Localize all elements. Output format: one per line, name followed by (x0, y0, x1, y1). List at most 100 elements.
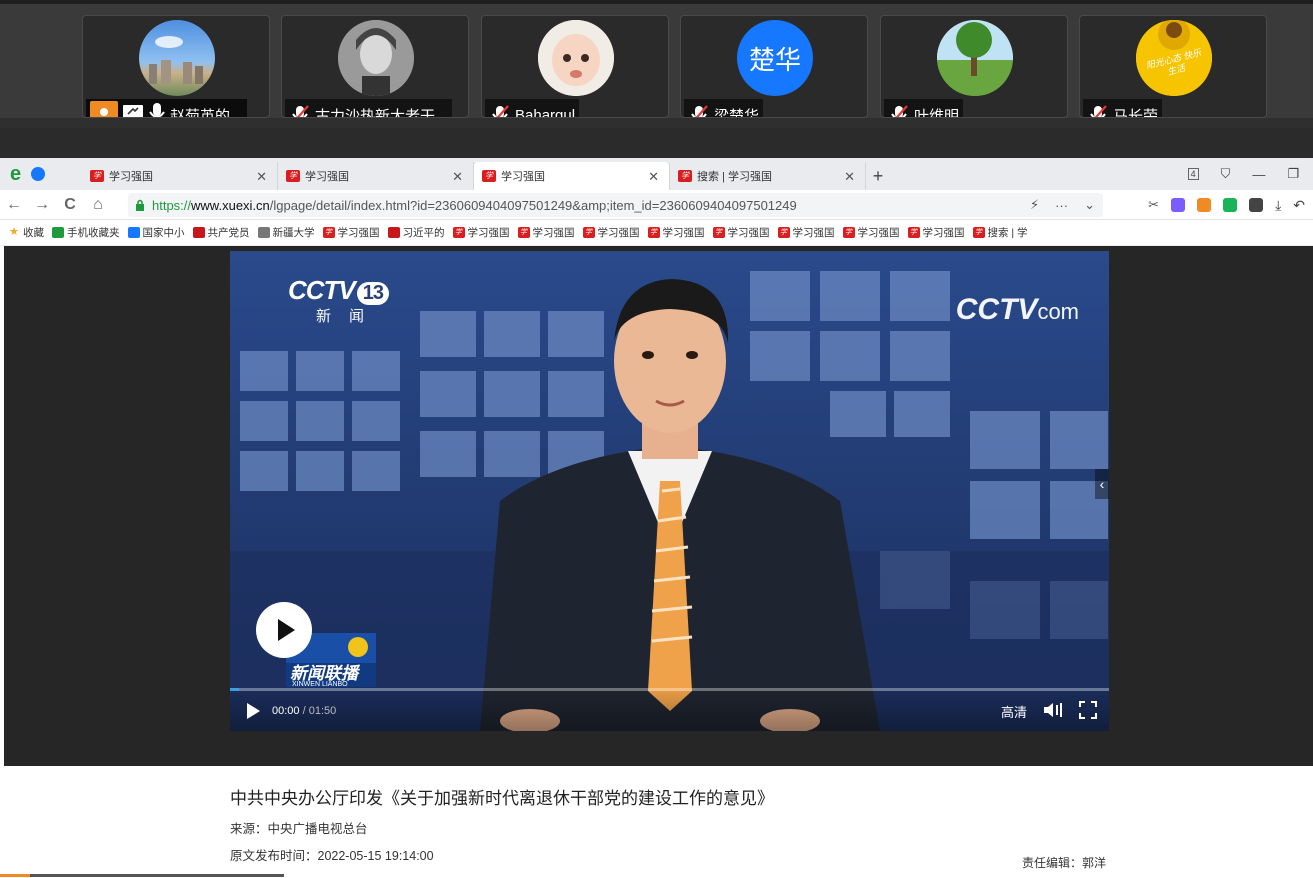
participant-tile[interactable]: 楚华 梁楚华 (680, 15, 868, 118)
bookmark-item[interactable]: 学学习强国 (777, 225, 835, 240)
bookmark-label: 学习强国 (467, 227, 510, 239)
article-info: 中共中央办公厅印发《关于加强新时代离退休干部党的建设工作的意见》 来源：中央广播… (230, 784, 1110, 872)
participant-avatar (338, 20, 414, 96)
browser-logo-icon[interactable]: e (10, 158, 21, 190)
mic-muted-icon (1090, 105, 1107, 117)
party-icon (192, 227, 205, 238)
bookmark-item[interactable]: 学学习强国 (452, 225, 510, 240)
volume-icon[interactable] (1043, 702, 1063, 721)
tab-label: 学习强国 (109, 171, 153, 183)
channel-logo: CCTV (288, 275, 356, 305)
shirt-skin-icon[interactable]: ⛉ (1221, 166, 1231, 182)
fullscreen-icon[interactable] (1079, 700, 1097, 722)
game-ext-icon[interactable] (1197, 198, 1212, 212)
tab-close-icon[interactable]: ✕ (256, 169, 267, 185)
xuexi-icon: 学 (452, 227, 465, 238)
bookmark-item[interactable]: 学学习强国 (647, 225, 705, 240)
xuexi-icon: 学 (777, 227, 790, 238)
bookmark-item[interactable]: 学学习强国 (907, 225, 965, 240)
bookmark-label: 学习强国 (662, 227, 705, 239)
mic-muted-icon (292, 105, 309, 117)
url-protocol: https:// (152, 197, 192, 213)
tab-xuexi-2[interactable]: 学 学习强国 ✕ (278, 162, 474, 190)
participant-tile[interactable]: Bahargul (481, 15, 669, 118)
bookmark-item[interactable]: 学搜索 | 学 (972, 225, 1028, 240)
bookmark-item[interactable]: 学学习强国 (842, 225, 900, 240)
lightning-icon[interactable]: ⚡ (1030, 197, 1039, 213)
xuexi-favicon-icon: 学 (90, 170, 104, 182)
bookmark-item[interactable]: 新疆大学 (257, 225, 315, 240)
bookmark-label: 共产党员 (207, 227, 250, 239)
big-play-button[interactable] (256, 602, 312, 658)
url-input[interactable]: https:// www.xuexi.cn /lgpage/detail/ind… (128, 193, 1103, 217)
minimize-icon[interactable]: — (1252, 167, 1265, 182)
bookmark-item[interactable]: 学学习强国 (712, 225, 770, 240)
translate-ext-icon[interactable] (1171, 198, 1186, 212)
participant-tile[interactable]: 叶维明 (880, 15, 1068, 118)
bookmark-label: 手机收藏夹 (67, 227, 120, 239)
baby-photo-icon (538, 20, 614, 96)
address-bar-row: ← → C ⌂ https:// www.xuexi.cn /lgpage/de… (0, 190, 1313, 220)
apps-grid-icon[interactable] (1249, 198, 1264, 212)
forward-arrow-icon[interactable]: → (28, 196, 56, 214)
bookmark-item[interactable]: 共产党员 (192, 225, 250, 240)
page-content: CCTV 13 新闻 CCTVcom ‹ 新闻联播 XINWEN LIANBO 0… (0, 246, 1313, 878)
chevron-down-icon[interactable]: ⌄ (1084, 197, 1095, 213)
tab-close-icon[interactable]: ✕ (452, 169, 463, 185)
compass-icon[interactable] (31, 167, 46, 181)
chevron-left-icon[interactable]: ‹ (1095, 469, 1109, 499)
tab-count-badge[interactable]: 4 (1187, 168, 1199, 180)
participant-name: 赵菊英的... (170, 107, 243, 118)
back-arrow-icon[interactable]: ← (0, 196, 28, 214)
participant-name: Bahargul (515, 106, 576, 118)
new-tab-button[interactable]: + (866, 162, 890, 190)
reload-icon[interactable]: C (56, 196, 84, 214)
undo-icon[interactable]: ↶ (1293, 197, 1305, 214)
participant-tile[interactable]: 古力沙热新大老干... (281, 15, 469, 118)
bookmark-item[interactable]: 学学习强国 (582, 225, 640, 240)
tab-close-icon[interactable]: ✕ (648, 169, 659, 185)
video-player[interactable]: CCTV 13 新闻 CCTVcom ‹ 新闻联播 XINWEN LIANBO 0… (230, 251, 1109, 731)
quality-button[interactable]: 高清 (1001, 702, 1027, 721)
bookmark-item[interactable]: 学学习强国 (517, 225, 575, 240)
bookmark-item[interactable]: ★ 收藏 (8, 225, 44, 240)
green-ext-icon[interactable] (1223, 198, 1238, 212)
xuexi-favicon-icon: 学 (286, 170, 300, 182)
mic-on-icon (148, 102, 166, 117)
bookmark-item[interactable]: 手机收藏夹 (52, 225, 120, 240)
green-landscape-photo-icon (937, 20, 1013, 96)
bookmark-item[interactable]: 学学习强国 (322, 225, 380, 240)
home-icon[interactable]: ⌂ (84, 196, 112, 214)
participant-tile[interactable]: 阳光心态 快乐生活 马长荣 (1079, 15, 1267, 118)
scissors-icon[interactable]: ✂ (1148, 197, 1159, 213)
extension-icons: ✂ ⤓ ↶ (1148, 190, 1305, 220)
participant-tile[interactable]: 赵菊英的... (82, 15, 270, 118)
bottom-scroll-accent (0, 874, 30, 877)
play-icon[interactable] (246, 703, 260, 719)
restore-icon[interactable]: ❐ (1287, 166, 1299, 182)
xuexi-favicon-icon: 学 (678, 170, 692, 182)
participant-namebar: 叶维明 (884, 99, 964, 117)
time-separator: / (302, 705, 306, 717)
duration-wrap: / 01:50 (300, 705, 337, 717)
tab-close-icon[interactable]: ✕ (844, 169, 855, 185)
tab-xuexi-active[interactable]: 学 学习强国 ✕ (474, 162, 670, 190)
child-portrait-photo-icon (338, 20, 414, 96)
site-logo: CCTV (955, 293, 1038, 326)
tab-search-xuexi[interactable]: 学 搜索 | 学习强国 ✕ (670, 162, 866, 190)
bookmark-item[interactable]: 习近平的 (387, 225, 445, 240)
bookmark-label: 搜索 | 学 (987, 227, 1028, 239)
star-icon: ★ (9, 226, 19, 238)
bookmark-label: 学习强国 (597, 227, 640, 239)
tab-xuexi-1[interactable]: 学 学习强国 ✕ (82, 162, 278, 190)
download-icon[interactable]: ⤓ (1275, 197, 1281, 214)
bookmark-item[interactable]: 国家中小 (127, 225, 185, 240)
mic-muted-icon (492, 105, 509, 117)
bookmarks-bar: ★ 收藏 手机收藏夹 国家中小 共产党员 新疆大学学学习强国 习近平的学学习强国学学习强国学… (0, 220, 1313, 246)
meeting-participants-bar: 赵菊英的... 古力沙热新大老干... Bahargul 楚华 梁楚华 叶维明 … (0, 0, 1313, 128)
program-logo-sub: XINWEN LIANBO (292, 681, 348, 688)
phone-icon (52, 227, 64, 238)
more-dots-icon[interactable]: ··· (1055, 198, 1068, 213)
cctv13-logo: CCTV 13 (288, 275, 390, 306)
bookmark-label: 国家中小 (142, 227, 185, 239)
